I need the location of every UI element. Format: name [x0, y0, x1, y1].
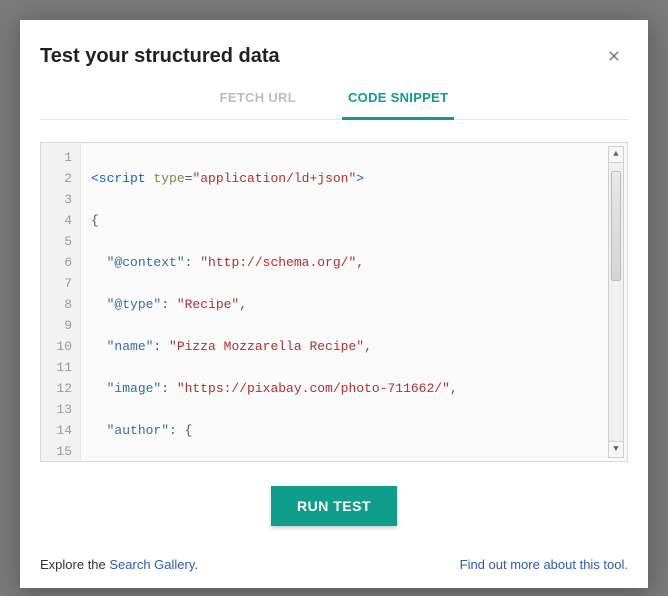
- line-number: 14: [45, 420, 72, 441]
- line-number-gutter: 1 2 3 4 5 6 7 8 9 10 11 12 13 14 15: [41, 143, 81, 461]
- line-number: 15: [45, 441, 72, 462]
- explore-prefix: Explore the: [40, 557, 109, 572]
- run-row: RUN TEST: [40, 486, 628, 526]
- scroll-thumb[interactable]: [611, 171, 621, 281]
- line-number: 9: [45, 315, 72, 336]
- scroll-down-icon[interactable]: ▼: [609, 441, 623, 457]
- explore-text: Explore the Search Gallery.: [40, 557, 198, 572]
- line-number: 3: [45, 189, 72, 210]
- modal-backdrop: Test your structured data FETCH URL CODE…: [0, 0, 668, 596]
- line-number: 10: [45, 336, 72, 357]
- code-editor[interactable]: 1 2 3 4 5 6 7 8 9 10 11 12 13 14 15 <scr…: [40, 142, 628, 462]
- explore-suffix: .: [194, 557, 198, 572]
- tab-code-snippet[interactable]: CODE SNIPPET: [342, 80, 454, 120]
- close-icon: [606, 48, 622, 64]
- line-number: 5: [45, 231, 72, 252]
- line-number: 6: [45, 252, 72, 273]
- line-number: 1: [45, 147, 72, 168]
- find-out-more-link[interactable]: Find out more about this tool.: [460, 557, 628, 572]
- structured-data-modal: Test your structured data FETCH URL CODE…: [20, 20, 648, 588]
- line-number: 4: [45, 210, 72, 231]
- line-number: 8: [45, 294, 72, 315]
- tab-bar: FETCH URL CODE SNIPPET: [40, 80, 628, 120]
- editor-scrollbar[interactable]: ▲ ▼: [608, 146, 624, 458]
- line-number: 2: [45, 168, 72, 189]
- line-number: 13: [45, 399, 72, 420]
- line-number: 11: [45, 357, 72, 378]
- run-test-button[interactable]: RUN TEST: [271, 486, 397, 526]
- scroll-up-icon[interactable]: ▲: [609, 147, 623, 163]
- close-button[interactable]: [600, 42, 628, 70]
- code-content[interactable]: <script type="application/ld+json"> { "@…: [81, 143, 627, 461]
- tab-fetch-url[interactable]: FETCH URL: [214, 80, 302, 120]
- line-number: 7: [45, 273, 72, 294]
- modal-title: Test your structured data: [40, 45, 280, 68]
- modal-header: Test your structured data: [40, 42, 628, 70]
- modal-footer: Explore the Search Gallery. Find out mor…: [40, 529, 628, 572]
- line-number: 12: [45, 378, 72, 399]
- search-gallery-link[interactable]: Search Gallery: [109, 557, 194, 572]
